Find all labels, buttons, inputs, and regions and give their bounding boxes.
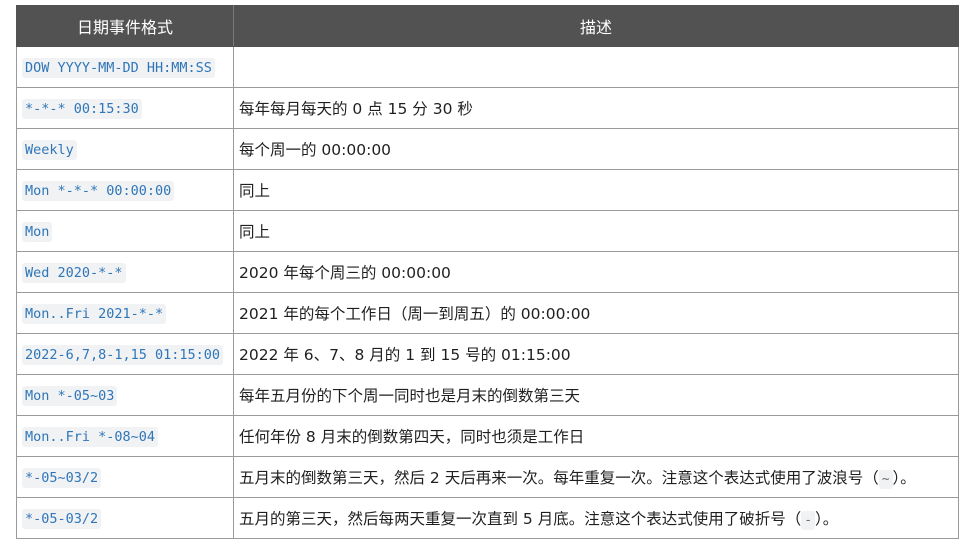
format-code: Wed 2020-*-* — [22, 263, 126, 283]
format-cell: Mon *-05~03 — [16, 374, 234, 416]
format-cell: Mon *-*-* 00:00:00 — [16, 169, 234, 211]
format-cell: Mon..Fri 2021-*-* — [16, 292, 234, 334]
calendar-event-format-table: 日期事件格式 描述 DOW YYYY-MM-DD HH:MM:SS *-*-* … — [16, 5, 959, 539]
format-code: Mon..Fri *-08~04 — [22, 427, 159, 447]
header-description: 描述 — [233, 5, 959, 47]
format-code: 2022-6,7,8-1,15 01:15:00 — [22, 345, 224, 365]
tilde-code: ~ — [878, 470, 893, 489]
format-code: DOW YYYY-MM-DD HH:MM:SS — [22, 58, 215, 78]
format-cell: Weekly — [16, 128, 234, 170]
table-row: Wed 2020-*-* 2020 年每个周三的 00:00:00 — [16, 251, 959, 293]
format-cell: Mon — [16, 210, 234, 252]
table-row: Weekly 每个周一的 00:00:00 — [16, 128, 959, 170]
description-cell: 五月末的倒数第三天，然后 2 天后再来一次。每年重复一次。注意这个表达式使用了波… — [233, 456, 959, 498]
table-row: DOW YYYY-MM-DD HH:MM:SS — [16, 46, 959, 88]
table-row: Mon 同上 — [16, 210, 959, 252]
description-text-end: ）。 — [892, 469, 916, 487]
header-format: 日期事件格式 — [16, 5, 234, 47]
table-row: Mon..Fri *-08~04 任何年份 8 月末的倒数第四天，同时也须是工作… — [16, 415, 959, 457]
format-code: Mon *-*-* 00:00:00 — [22, 181, 175, 201]
table-header-row: 日期事件格式 描述 — [16, 5, 959, 47]
format-code: *-05~03/2 — [22, 468, 102, 488]
format-code: Mon — [22, 222, 53, 242]
description-text: 五月的第三天，然后每两天重复一次直到 5 月底。注意这个表达式使用了破折号（ — [239, 510, 802, 528]
format-cell: *-*-* 00:15:30 — [16, 87, 234, 129]
description-cell: 五月的第三天，然后每两天重复一次直到 5 月底。注意这个表达式使用了破折号（ -）… — [233, 497, 959, 539]
format-code: *-05-03/2 — [22, 509, 102, 529]
table-row: Mon *-05~03 每年五月份的下个周一同时也是月末的倒数第三天 — [16, 374, 959, 416]
format-code: *-*-* 00:15:30 — [22, 99, 142, 119]
table-row: Mon..Fri 2021-*-* 2021 年的每个工作日（周一到周五）的 0… — [16, 292, 959, 334]
description-text: 五月末的倒数第三天，然后 2 天后再来一次。每年重复一次。注意这个表达式使用了波… — [239, 469, 879, 487]
description-cell: 每个周一的 00:00:00 — [233, 128, 959, 170]
description-cell: 每年五月份的下个周一同时也是月末的倒数第三天 — [233, 374, 959, 416]
cron-format-table-container: 日期事件格式 描述 DOW YYYY-MM-DD HH:MM:SS *-*-* … — [16, 5, 959, 539]
description-cell — [233, 46, 959, 88]
description-cell: 同上 — [233, 210, 959, 252]
format-cell: *-05-03/2 — [16, 497, 234, 539]
format-cell: 2022-6,7,8-1,15 01:15:00 — [16, 333, 234, 375]
table-row: *-05-03/2 五月的第三天，然后每两天重复一次直到 5 月底。注意这个表达… — [16, 497, 959, 539]
table-row: 2022-6,7,8-1,15 01:15:00 2022 年 6、7、8 月的… — [16, 333, 959, 375]
format-code: Mon..Fri 2021-*-* — [22, 304, 167, 324]
format-cell: *-05~03/2 — [16, 456, 234, 498]
table-row: *-05~03/2 五月末的倒数第三天，然后 2 天后再来一次。每年重复一次。注… — [16, 456, 959, 498]
format-cell: DOW YYYY-MM-DD HH:MM:SS — [16, 46, 234, 88]
description-cell: 2022 年 6、7、8 月的 1 到 15 号的 01:15:00 — [233, 333, 959, 375]
description-cell: 2020 年每个周三的 00:00:00 — [233, 251, 959, 293]
table-row: *-*-* 00:15:30 每年每月每天的 0 点 15 分 30 秒 — [16, 87, 959, 129]
format-code: Weekly — [22, 140, 77, 160]
description-cell: 任何年份 8 月末的倒数第四天，同时也须是工作日 — [233, 415, 959, 457]
format-code: Mon *-05~03 — [22, 386, 118, 406]
table-row: Mon *-*-* 00:00:00 同上 — [16, 169, 959, 211]
format-cell: Mon..Fri *-08~04 — [16, 415, 234, 457]
format-cell: Wed 2020-*-* — [16, 251, 234, 293]
description-cell: 同上 — [233, 169, 959, 211]
description-cell: 每年每月每天的 0 点 15 分 30 秒 — [233, 87, 959, 129]
description-text-end: ）。 — [815, 510, 839, 528]
description-cell: 2021 年的每个工作日（周一到周五）的 00:00:00 — [233, 292, 959, 334]
dash-code: - — [801, 511, 816, 530]
